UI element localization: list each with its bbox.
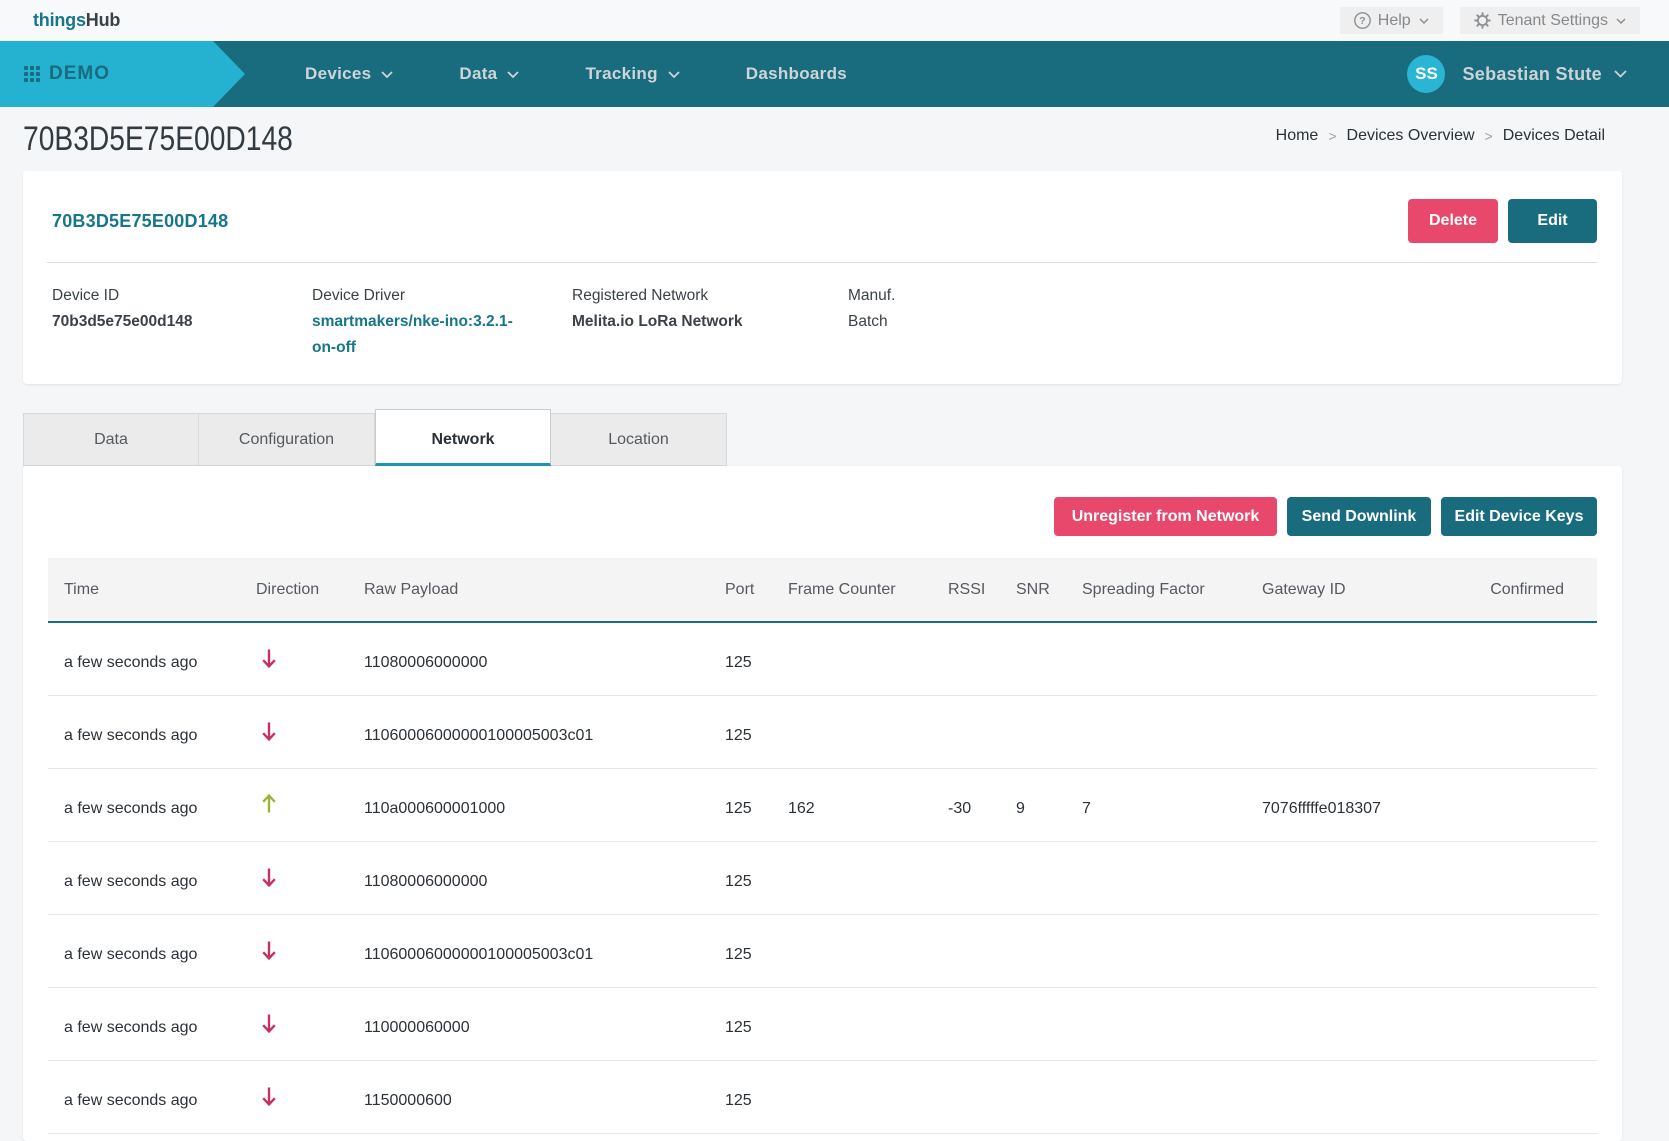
svg-text:?: ? <box>1359 15 1365 27</box>
